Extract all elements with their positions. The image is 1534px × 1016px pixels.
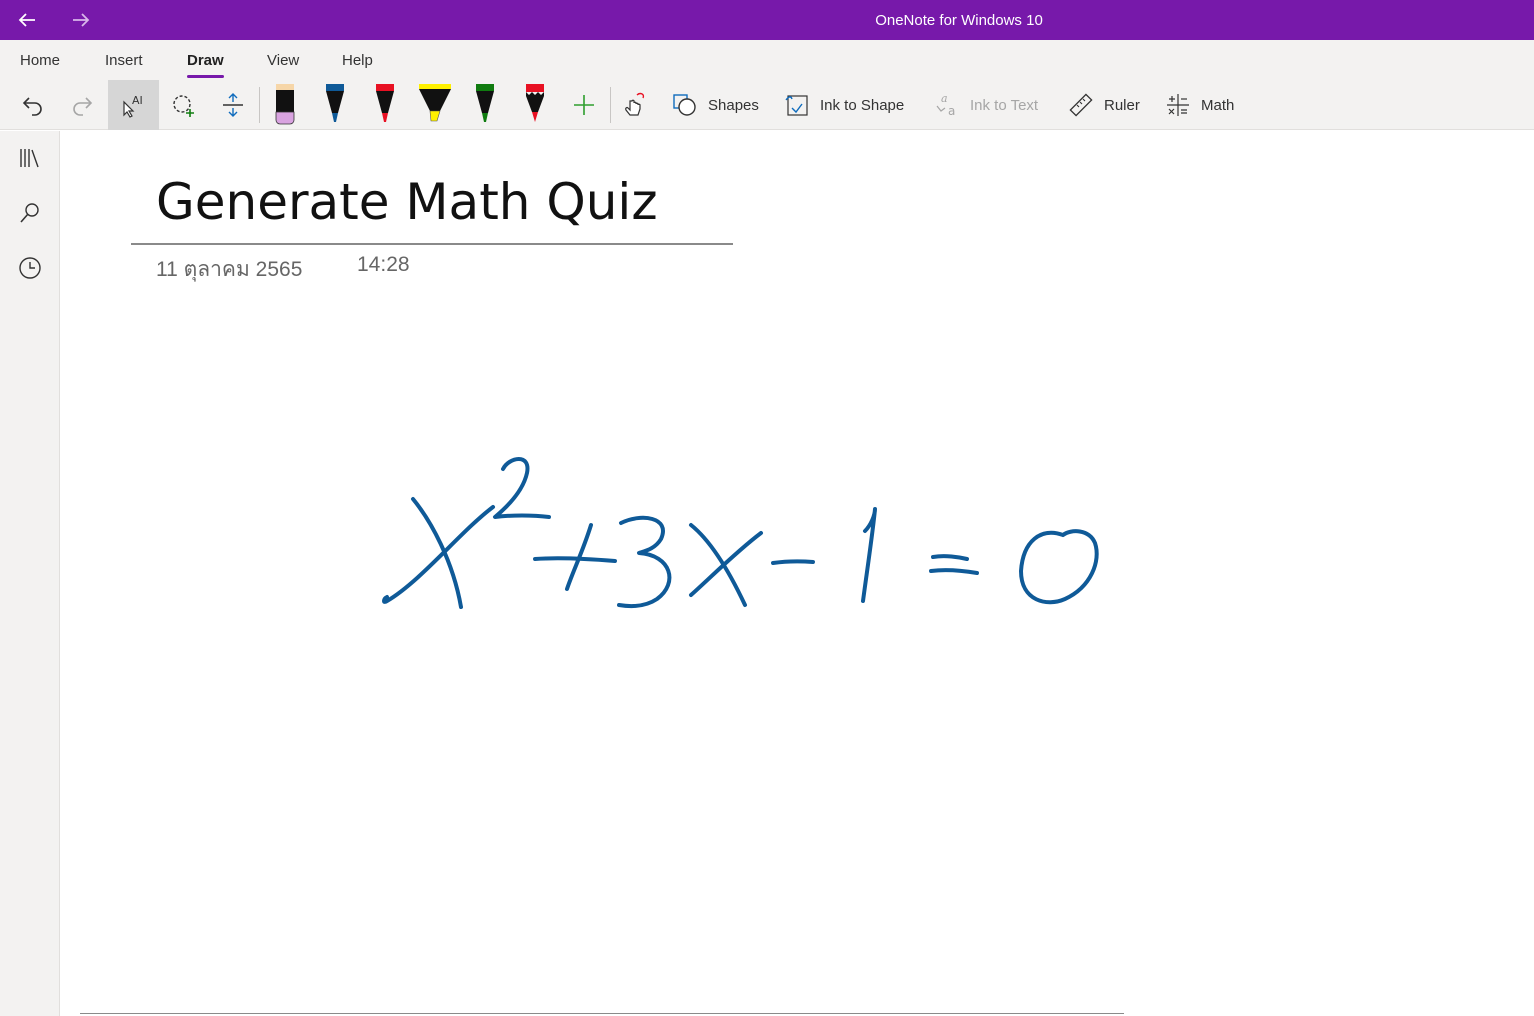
tab-help[interactable]: Help (342, 40, 373, 80)
ink-stroke (689, 531, 763, 597)
ink-to-shape-button[interactable]: Ink to Shape (784, 80, 904, 130)
cursor-text-icon: AI (122, 94, 143, 118)
title-bar: OneNote for Windows 10 (0, 0, 1534, 40)
svg-text:a: a (948, 104, 955, 118)
search-icon (20, 203, 39, 223)
pen-eraser[interactable] (268, 80, 302, 130)
insert-space-icon (223, 93, 243, 117)
ink-stroke (1019, 529, 1099, 605)
pen-red[interactable] (368, 80, 402, 130)
redo-button[interactable] (61, 80, 103, 130)
ink-stroke (861, 507, 877, 603)
ink-stroke (771, 559, 815, 565)
ink-stroke (617, 515, 672, 609)
ink-stroke (411, 497, 463, 609)
ribbon-separator (610, 87, 611, 123)
pen-green[interactable] (468, 80, 502, 130)
ink-to-text-icon: a a (936, 92, 955, 118)
ink-stroke (931, 554, 969, 561)
tab-home[interactable]: Home (20, 40, 60, 80)
eraser-pen-icon (275, 84, 295, 125)
ribbon-tabs: Home Insert Draw View Help (0, 40, 1534, 80)
pencil-icon (526, 84, 544, 122)
ink-stroke (382, 505, 495, 604)
shapes-button[interactable]: Shapes (672, 80, 759, 130)
pen-icon (476, 84, 494, 122)
ink-to-shape-label: Ink to Shape (820, 96, 905, 114)
ruler-button[interactable]: Ruler (1068, 80, 1140, 130)
ink-to-shape-icon (785, 95, 808, 116)
undo-icon (22, 97, 42, 116)
svg-text:AI: AI (132, 94, 143, 107)
shapes-label: Shapes (708, 96, 759, 114)
pencil-red[interactable] (518, 80, 552, 130)
ruler-label: Ruler (1104, 96, 1140, 114)
ribbon: Home Insert Draw View Help AI Shapes Ink… (0, 40, 1534, 130)
plus-icon (574, 95, 594, 115)
draw-with-touch-button[interactable] (616, 80, 652, 130)
tab-view[interactable]: View (267, 40, 299, 80)
ink-to-text-button[interactable]: a a Ink to Text (934, 80, 1038, 130)
recent-notes-button[interactable] (0, 248, 60, 288)
ink-to-text-label: Ink to Text (970, 96, 1039, 114)
window-title: OneNote for Windows 10 (875, 12, 1043, 29)
tab-draw[interactable]: Draw (187, 40, 224, 80)
highlighter-icon (419, 84, 451, 122)
ribbon-separator (259, 87, 260, 123)
math-icon (1167, 94, 1189, 116)
math-button[interactable]: Math (1165, 80, 1234, 130)
page-bottom-divider (80, 1013, 1124, 1014)
clock-icon (19, 257, 41, 279)
highlighter-yellow[interactable] (414, 80, 456, 130)
ink-stroke (929, 568, 979, 575)
search-button[interactable] (0, 193, 60, 233)
touch-draw-icon (625, 92, 645, 116)
undo-button[interactable] (12, 80, 54, 130)
ink-stroke (533, 556, 617, 563)
handwritten-ink-equation[interactable] (61, 131, 1534, 1016)
pen-icon (376, 84, 394, 122)
shapes-icon (673, 94, 696, 116)
add-space-button[interactable] (212, 80, 254, 130)
ink-stroke (689, 523, 747, 607)
pen-blue[interactable] (318, 80, 352, 130)
navigation-rail (0, 131, 60, 1016)
ink-stroke (493, 457, 551, 519)
svg-text:a: a (941, 92, 948, 105)
lasso-select-button[interactable] (163, 80, 205, 130)
page-canvas[interactable]: Generate Math Quiz 11 ตุลาคม 2565 14:28 (61, 131, 1534, 1016)
lasso-icon (173, 95, 194, 117)
ruler-icon (1069, 93, 1093, 117)
tab-insert[interactable]: Insert (105, 40, 143, 80)
notebooks-button[interactable] (0, 138, 60, 178)
redo-icon (73, 97, 93, 116)
library-icon (20, 149, 39, 168)
math-label: Math (1201, 96, 1235, 114)
add-pen-button[interactable] (568, 80, 600, 130)
pen-icon (326, 84, 344, 122)
type-select-tool[interactable]: AI (108, 80, 159, 130)
